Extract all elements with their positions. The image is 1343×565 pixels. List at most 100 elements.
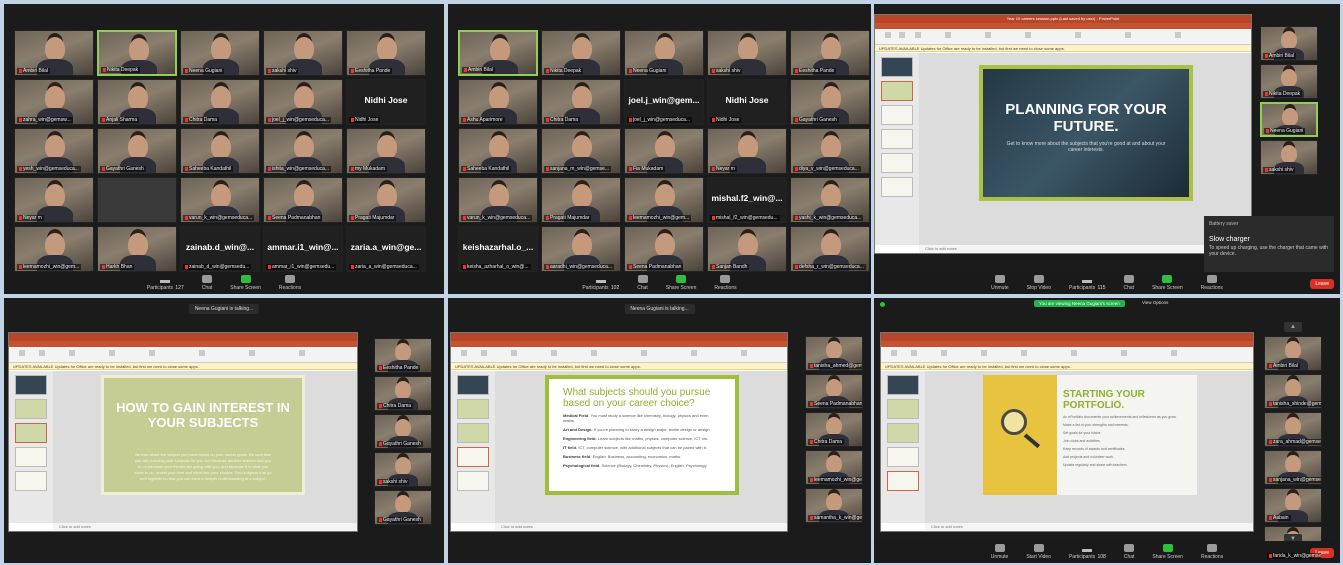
participant-tile[interactable]: sakshi shiv <box>707 30 787 76</box>
participant-tile[interactable]: Ambiri Bilal <box>1264 336 1322 371</box>
participant-tile[interactable]: yesh_win@gemseduca... <box>14 128 94 174</box>
notes-pane[interactable]: Click to add notes <box>495 523 787 531</box>
chat-button[interactable]: Chat <box>1124 275 1134 291</box>
slide-thumb[interactable] <box>457 375 489 395</box>
chat-button[interactable]: Chat <box>637 275 648 291</box>
slide-thumb[interactable] <box>887 423 919 443</box>
slide-thumbnails[interactable] <box>451 371 495 523</box>
leave-button[interactable]: Leave <box>1310 279 1334 289</box>
participant-tile[interactable]: Neena Gugiani <box>1260 102 1318 137</box>
participant-tile[interactable]: Chitra Dama <box>374 376 432 411</box>
participant-tile[interactable]: Gayathri Ganesh <box>374 490 432 525</box>
participant-tile[interactable]: zaria.a_win@ge... zaria_a_win@gemseduca..… <box>346 226 426 272</box>
participant-tile[interactable]: Anjali Sharma <box>97 79 177 125</box>
slide-thumb[interactable] <box>881 129 913 149</box>
share-screen-button[interactable]: Share Screen <box>666 275 696 291</box>
participant-tile[interactable]: sakshi shiv <box>374 452 432 487</box>
participant-tile[interactable]: Saheeba Kandathil <box>458 128 538 174</box>
participant-tile[interactable]: Harkh Bhan <box>97 226 177 272</box>
view-options-button[interactable]: View Options <box>1142 300 1168 305</box>
participant-tile[interactable]: Gayathri Ganesh <box>374 414 432 449</box>
slide-thumb[interactable] <box>887 375 919 395</box>
participant-tile[interactable]: leemamozhi_win@gem... <box>805 450 863 485</box>
slide-thumb[interactable] <box>15 447 47 467</box>
participant-tile[interactable]: Chitra Dama <box>805 412 863 447</box>
participant-tile[interactable]: defsha_r_win@gemseduca... <box>790 226 870 272</box>
participant-tile[interactable]: Nikita Deepak <box>97 30 177 76</box>
participant-tile[interactable]: sanjana_m_win@gemse... <box>541 128 621 174</box>
participant-tile[interactable]: leemamozhi_win@gem... <box>624 177 704 223</box>
notes-pane[interactable]: Click to add notes <box>925 523 1253 531</box>
scroll-up-button[interactable]: ▲ <box>1284 322 1302 332</box>
participant-tile[interactable]: Sanjan Bandh <box>707 226 787 272</box>
slide-thumb[interactable] <box>881 105 913 125</box>
participant-tile[interactable]: Neena Gugiani <box>624 30 704 76</box>
participant-tile[interactable]: yashi_k_win@gemseduca... <box>790 177 870 223</box>
participant-tile[interactable]: Pragati Majumdar <box>346 177 426 223</box>
participant-tile[interactable]: Neena Gugiani <box>180 30 260 76</box>
share-screen-button[interactable]: Share Screen <box>1152 275 1183 291</box>
slide-thumb[interactable] <box>881 177 913 197</box>
participant-tile[interactable]: sanjana_win@gemsedu... <box>1264 450 1322 485</box>
reactions-button[interactable]: Reactions <box>714 275 737 291</box>
participant-tile[interactable]: keishazarhal.o_... keisha_azharhal_o_win@… <box>458 226 538 272</box>
participant-tile[interactable]: Seena Padmanabhan <box>624 226 704 272</box>
slide-thumb[interactable] <box>457 399 489 419</box>
slide-thumb[interactable] <box>15 399 47 419</box>
start-video-button[interactable]: Start Video <box>1026 544 1051 560</box>
participant-tile[interactable]: Pragati Majumdar <box>541 177 621 223</box>
participant-tile[interactable]: Chitra Dama <box>180 79 260 125</box>
participant-tile[interactable]: tanisha_shinde@gemse... <box>1264 374 1322 409</box>
share-screen-button[interactable]: Share Screen <box>1152 544 1183 560</box>
battery-notification[interactable]: Battery saver Slow charger To speed up c… <box>1204 216 1334 276</box>
chat-button[interactable]: Chat <box>1124 544 1134 560</box>
slide-thumb[interactable] <box>881 81 913 101</box>
slide-thumbnails[interactable] <box>875 53 919 245</box>
participant-tile[interactable]: Aabain <box>1264 488 1322 523</box>
ppt-ribbon[interactable] <box>881 341 1253 363</box>
participant-tile[interactable]: sakshi shiv <box>1260 140 1318 175</box>
participant-tile[interactable]: tanisha_ahmed@gemsed... <box>805 336 863 371</box>
participant-tile[interactable]: Nidhi Jose Nidhi Jose <box>707 79 787 125</box>
slide-thumb[interactable] <box>15 423 47 443</box>
unmute-button[interactable]: Unmute <box>991 544 1008 560</box>
participant-tile[interactable]: Neyar m <box>14 177 94 223</box>
participant-tile[interactable]: mishal.f2_win@... mishal_f2_win@gemsedu..… <box>707 177 787 223</box>
slide-thumb[interactable] <box>887 447 919 467</box>
participants-button[interactable]: Participants 115 <box>1069 275 1106 291</box>
stop-video-button[interactable]: Stop Video <box>1027 275 1051 291</box>
participant-tile[interactable]: Fia Mukadam <box>624 128 704 174</box>
participant-tile[interactable]: Eeshitha Pande <box>374 338 432 373</box>
chat-button[interactable]: Chat <box>202 275 212 291</box>
participant-tile[interactable]: Seena Padmanabhan <box>263 177 343 223</box>
participants-button[interactable]: Participants 102 <box>582 275 619 291</box>
slide-thumb[interactable] <box>457 447 489 467</box>
participant-tile[interactable]: Seena Padmanabhan <box>805 374 863 409</box>
slide-thumbnails[interactable] <box>9 371 53 523</box>
participant-tile[interactable] <box>97 177 177 223</box>
participant-tile[interactable]: sakshi shiv <box>263 30 343 76</box>
participant-tile[interactable]: Saheeba Kandathil <box>180 128 260 174</box>
slide-thumb[interactable] <box>881 153 913 173</box>
slide-thumb[interactable] <box>457 471 489 491</box>
participant-tile[interactable]: Gayathri Ganesh <box>790 79 870 125</box>
reactions-button[interactable]: Reactions <box>1201 275 1223 291</box>
participant-tile[interactable]: my Mukadam <box>346 128 426 174</box>
share-screen-button[interactable]: Share Screen <box>230 275 261 291</box>
participant-tile[interactable]: Ambiri Bilal <box>458 30 538 76</box>
participant-tile[interactable]: Ambiri Bilal <box>1260 26 1318 61</box>
participant-tile[interactable]: Ashu Aparimore <box>458 79 538 125</box>
participant-tile[interactable]: Nikita Deepak <box>541 30 621 76</box>
slide-thumb[interactable] <box>15 375 47 395</box>
participant-tile[interactable]: aaradhi_win@gemseduca... <box>541 226 621 272</box>
participants-button[interactable]: Participants 108 <box>1069 544 1106 560</box>
participant-tile[interactable]: ishita_win@gemseduca... <box>263 128 343 174</box>
unmute-button[interactable]: Unmute <box>991 275 1009 291</box>
participant-tile[interactable]: Nikita Deepak <box>1260 64 1318 99</box>
participant-tile[interactable]: varun_k_win@gemseduca... <box>180 177 260 223</box>
participant-tile[interactable]: Nidhi Jose Nidhi Jose <box>346 79 426 125</box>
participant-tile[interactable]: Eeshitha Pande <box>346 30 426 76</box>
participant-tile[interactable]: samantha_k_win@gems... <box>805 488 863 523</box>
participant-tile[interactable]: zahra_win@gemsw... <box>14 79 94 125</box>
participant-tile[interactable]: varun_k_win@gemseduca... <box>458 177 538 223</box>
